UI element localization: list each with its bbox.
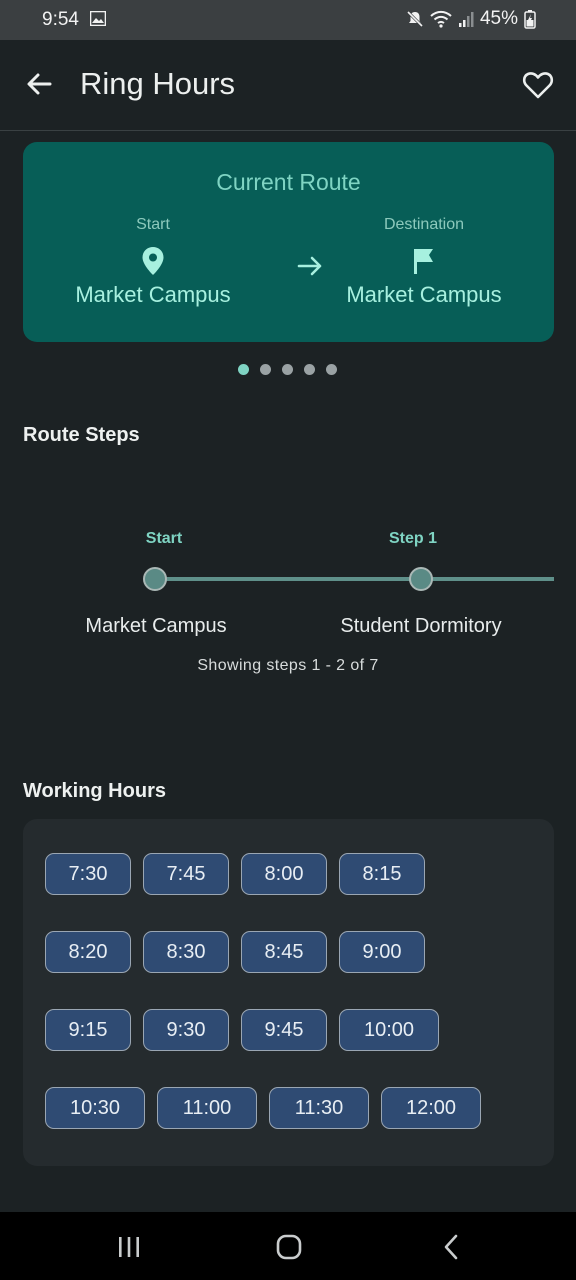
hour-chip[interactable]: 10:00 [339, 1009, 439, 1051]
step-place-1: Student Dormitory [340, 615, 502, 637]
route-destination: Destination Market Campus [314, 216, 534, 308]
page-dot-1[interactable] [238, 364, 249, 375]
wifi-icon [430, 10, 452, 28]
app-bar: Ring Hours [0, 40, 576, 131]
destination-label: Destination [383, 216, 465, 233]
signal-icon [458, 12, 474, 27]
hours-row-3: 9:15 9:30 9:45 10:00 [45, 1009, 439, 1051]
hour-chip[interactable]: 7:30 [45, 853, 131, 895]
hour-chip[interactable]: 8:15 [339, 853, 425, 895]
battery-icon [524, 9, 536, 29]
steps-info-text: Showing steps 1 - 2 of 7 [197, 657, 379, 674]
hour-chip[interactable]: 10:30 [45, 1087, 145, 1129]
hour-chip[interactable]: 9:45 [241, 1009, 327, 1051]
page-indicator [238, 364, 337, 375]
hour-chip[interactable]: 8:45 [241, 931, 327, 973]
page-dot-5[interactable] [326, 364, 337, 375]
step-place-start: Market Campus [85, 615, 227, 637]
hour-chip[interactable]: 8:20 [45, 931, 131, 973]
image-icon [90, 11, 106, 26]
page-dot-2[interactable] [260, 364, 271, 375]
system-nav-bar [0, 1212, 576, 1280]
hour-chip[interactable]: 7:45 [143, 853, 229, 895]
home-icon[interactable] [274, 1232, 304, 1262]
current-route-card[interactable]: Current Route Start Market Campus Destin… [23, 142, 554, 342]
hour-chip[interactable]: 9:15 [45, 1009, 131, 1051]
start-place: Market Campus [75, 282, 231, 307]
destination-place: Market Campus [346, 282, 502, 307]
route-card-title: Current Route [216, 169, 361, 195]
hour-chip[interactable]: 11:30 [269, 1087, 369, 1129]
status-time: 9:54 [42, 9, 79, 30]
page-dot-4[interactable] [304, 364, 315, 375]
flag-icon [414, 249, 433, 274]
hours-row-2: 8:20 8:30 8:45 9:00 [45, 931, 425, 973]
status-bar: 9:54 45% [0, 0, 576, 40]
mute-icon [406, 10, 424, 28]
step-node-1[interactable] [409, 567, 433, 591]
working-hours-heading: Working Hours [23, 780, 166, 802]
step-label-1: Step 1 [388, 530, 438, 547]
hour-chip[interactable]: 9:30 [143, 1009, 229, 1051]
route-steps-heading: Route Steps [23, 424, 140, 446]
hours-row-1: 7:30 7:45 8:00 8:15 [45, 853, 425, 895]
hour-chip[interactable]: 8:00 [241, 853, 327, 895]
heart-outline-icon[interactable] [522, 69, 554, 101]
hour-chip[interactable]: 11:00 [157, 1087, 257, 1129]
start-label: Start [136, 216, 170, 233]
recent-apps-icon[interactable] [114, 1232, 144, 1262]
page-dot-3[interactable] [282, 364, 293, 375]
status-right: 45% [406, 8, 536, 30]
arrow-left-icon[interactable] [24, 68, 56, 100]
hour-chip[interactable]: 9:00 [339, 931, 425, 973]
working-hours-panel: 7:30 7:45 8:00 8:15 8:20 8:30 8:45 9:00 … [23, 819, 554, 1166]
page-title: Ring Hours [80, 66, 236, 101]
steps-connector-line [155, 577, 554, 581]
hour-chip[interactable]: 8:30 [143, 931, 229, 973]
step-label-start: Start [145, 530, 183, 547]
step-node-start[interactable] [143, 567, 167, 591]
back-icon[interactable] [436, 1232, 466, 1262]
map-pin-icon [142, 247, 164, 275]
battery-percent: 45% [479, 8, 518, 29]
hour-chip[interactable]: 12:00 [381, 1087, 481, 1129]
hours-row-4: 10:30 11:00 11:30 12:00 [45, 1087, 481, 1129]
route-start: Start Market Campus [43, 216, 263, 308]
